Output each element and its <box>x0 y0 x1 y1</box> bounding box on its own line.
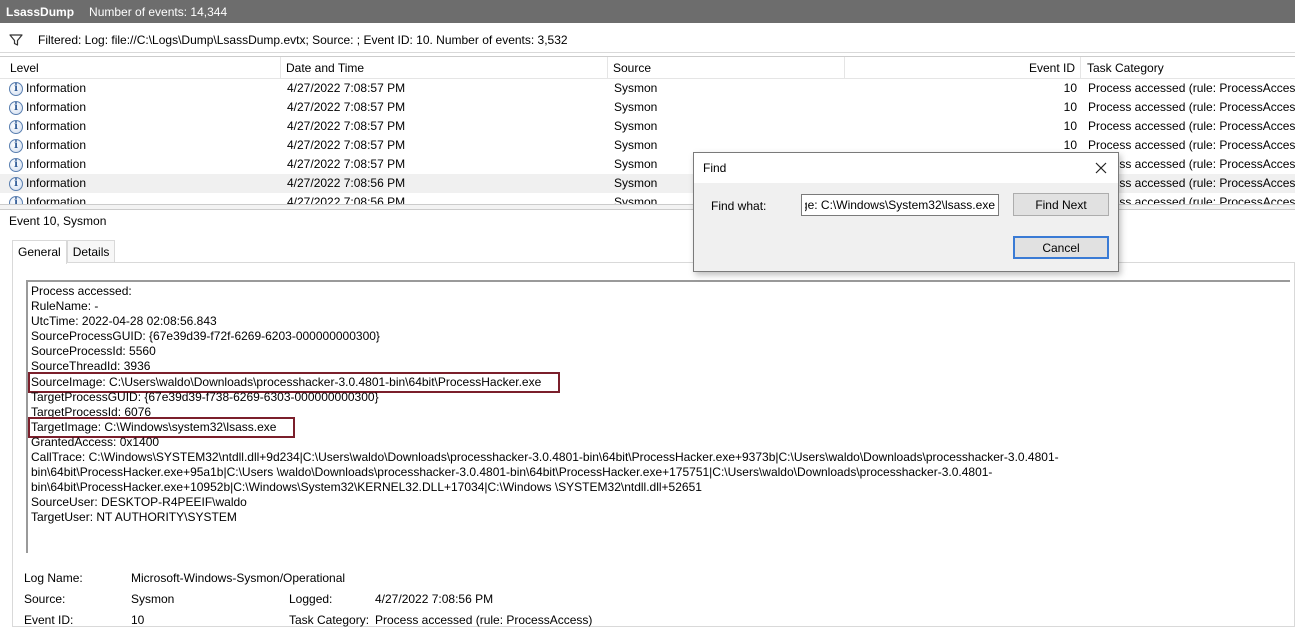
source-cell: Sysmon <box>614 138 658 152</box>
filter-bar: Filtered: Log: file://C:\Logs\Dump\Lsass… <box>0 27 1295 53</box>
task-category-cell: Process accessed (rule: ProcessAccess) <box>1088 138 1295 152</box>
level-cell: i Information <box>9 98 86 117</box>
find-dialog-title: Find <box>703 161 727 175</box>
find-what-label: Find what: <box>711 199 767 213</box>
level-cell: i Information <box>9 117 86 136</box>
log-name-value: Microsoft-Windows-Sysmon/Operational <box>131 571 346 585</box>
task-category-cell: Process accessed (rule: ProcessAccess) <box>1088 119 1295 133</box>
date-cell: 4/27/2022 7:08:56 PM <box>287 176 406 190</box>
information-icon: i <box>9 81 23 96</box>
level-text: Information <box>26 119 87 133</box>
event-line: TargetUser: NT AUTHORITY\SYSTEM <box>31 510 237 525</box>
source-cell: Sysmon <box>614 81 658 95</box>
level-text: Information <box>26 81 87 95</box>
tab-details[interactable]: Details <box>66 240 116 263</box>
event-line: TargetProcessGUID: {67e39d39-f738-6269-6… <box>31 389 379 404</box>
information-icon: i <box>9 176 23 191</box>
task-category-cell: Process accessed (rule: ProcessAccess) <box>1088 100 1295 114</box>
column-header-date[interactable]: Date and Time <box>282 57 608 79</box>
table-row[interactable]: iInformation 4/27/2022 7:08:57 PM Sysmon 10… <box>0 117 1295 136</box>
task-category-label: Task Category: <box>289 613 370 627</box>
task-category-cell: Process accessed (rule: ProcessAccess) <box>1088 195 1295 204</box>
level-text: Information <box>26 100 87 114</box>
event-id-cell: 10 <box>1063 100 1077 114</box>
source-cell: Sysmon <box>614 100 658 114</box>
source-label: Source: <box>24 592 66 606</box>
log-name-title: LsassDump <box>6 4 75 19</box>
logged-value: 4/27/2022 7:08:56 PM <box>375 592 494 606</box>
task-category-value: Process accessed (rule: ProcessAccess) <box>375 613 593 627</box>
close-icon[interactable] <box>1090 157 1112 179</box>
event-description-text[interactable]: Process accessed: RuleName: - UtcTime: 2… <box>26 280 1290 553</box>
level-cell: i Information <box>9 174 86 193</box>
event-line: RuleName: - <box>31 299 99 314</box>
filter-description: Filtered: Log: file://C:\Logs\Dump\Lsass… <box>38 32 568 47</box>
date-cell: 4/27/2022 7:08:57 PM <box>287 138 406 152</box>
event-detail-title: Event 10, Sysmon <box>9 214 107 228</box>
information-icon: i <box>9 195 23 204</box>
task-category-cell: Process accessed (rule: ProcessAccess) <box>1088 176 1295 190</box>
column-header-level[interactable]: Level <box>6 57 281 79</box>
column-header-event-id[interactable]: Event ID <box>846 57 1081 79</box>
target-image-highlighted: TargetImage: C:\Windows\system32\lsass.e… <box>27 416 296 438</box>
event-line: UtcTime: 2022-04-28 02:08:56.843 <box>31 314 217 329</box>
level-cell: i Information <box>9 193 86 204</box>
task-category-cell: Process accessed (rule: ProcessAccess) <box>1088 157 1295 171</box>
source-cell: Sysmon <box>614 195 658 204</box>
logged-label: Logged: <box>289 592 333 606</box>
date-cell: 4/27/2022 7:08:57 PM <box>287 119 406 133</box>
event-id-cell: 10 <box>1063 119 1077 133</box>
date-cell: 4/27/2022 7:08:57 PM <box>287 81 406 95</box>
event-line: SourceThreadId: 3936 <box>31 359 151 374</box>
filter-icon[interactable] <box>4 29 28 51</box>
event-line: SourceProcessId: 5560 <box>31 344 156 359</box>
event-id-cell: 10 <box>1063 81 1077 95</box>
table-row[interactable]: iInformation 4/27/2022 7:08:57 PM Sysmon 10… <box>0 98 1295 117</box>
event-line: SourceProcessGUID: {67e39d39-f72f-6269-6… <box>31 329 380 344</box>
level-cell: i Information <box>9 155 86 174</box>
source-image-highlighted: SourceImage: C:\Users\waldo\Downloads\pr… <box>27 371 561 393</box>
event-line: GrantedAccess: 0x1400 <box>31 434 160 449</box>
call-trace-line: CallTrace: C:\Windows\SYSTEM32\ntdll.dll… <box>31 450 1059 495</box>
event-line: Process accessed: <box>31 284 132 298</box>
column-header-task-category[interactable]: Task Category <box>1083 57 1295 79</box>
date-cell: 4/27/2022 7:08:57 PM <box>287 157 406 171</box>
window-titlebar: LsassDump Number of events: 14,344 <box>0 0 1295 23</box>
detail-tabs: General Details <box>12 240 116 264</box>
task-category-cell: Process accessed (rule: ProcessAccess) <box>1088 81 1295 95</box>
date-cell: 4/27/2022 7:08:57 PM <box>287 100 406 114</box>
event-line: TargetProcessId: 6076 <box>31 404 152 419</box>
find-next-button[interactable]: Find Next <box>1013 193 1109 216</box>
source-cell: Sysmon <box>614 157 658 171</box>
date-cell: 4/27/2022 7:08:56 PM <box>287 195 406 204</box>
event-id-value: 10 <box>131 613 145 627</box>
find-what-input[interactable] <box>801 194 999 216</box>
level-text: Information <box>26 176 87 190</box>
log-name-label: Log Name: <box>24 571 83 585</box>
information-icon: i <box>9 138 23 153</box>
source-value: Sysmon <box>131 592 175 606</box>
grid-header: Level Date and Time Source Event ID Task… <box>0 57 1295 79</box>
event-line: SourceUser: DESKTOP-R4PEEIF\waldo <box>31 495 247 510</box>
level-text: Information <box>26 138 87 152</box>
level-text: Information <box>26 195 87 204</box>
information-icon: i <box>9 100 23 115</box>
level-text: Information <box>26 157 87 171</box>
tab-general[interactable]: General <box>12 240 67 264</box>
find-dialog-titlebar: Find <box>694 153 1118 183</box>
information-icon: i <box>9 119 23 134</box>
table-row[interactable]: iInformation 4/27/2022 7:08:57 PM Sysmon 10… <box>0 79 1295 98</box>
source-cell: Sysmon <box>614 119 658 133</box>
level-cell: i Information <box>9 79 86 98</box>
cancel-button[interactable]: Cancel <box>1013 236 1109 259</box>
event-count: Number of events: 14,344 <box>89 4 228 19</box>
find-dialog: Find Find what: Find Next Cancel <box>693 152 1119 272</box>
event-id-label: Event ID: <box>24 613 74 627</box>
level-cell: i Information <box>9 136 86 155</box>
source-cell: Sysmon <box>614 176 658 190</box>
information-icon: i <box>9 157 23 172</box>
column-header-source[interactable]: Source <box>609 57 845 79</box>
